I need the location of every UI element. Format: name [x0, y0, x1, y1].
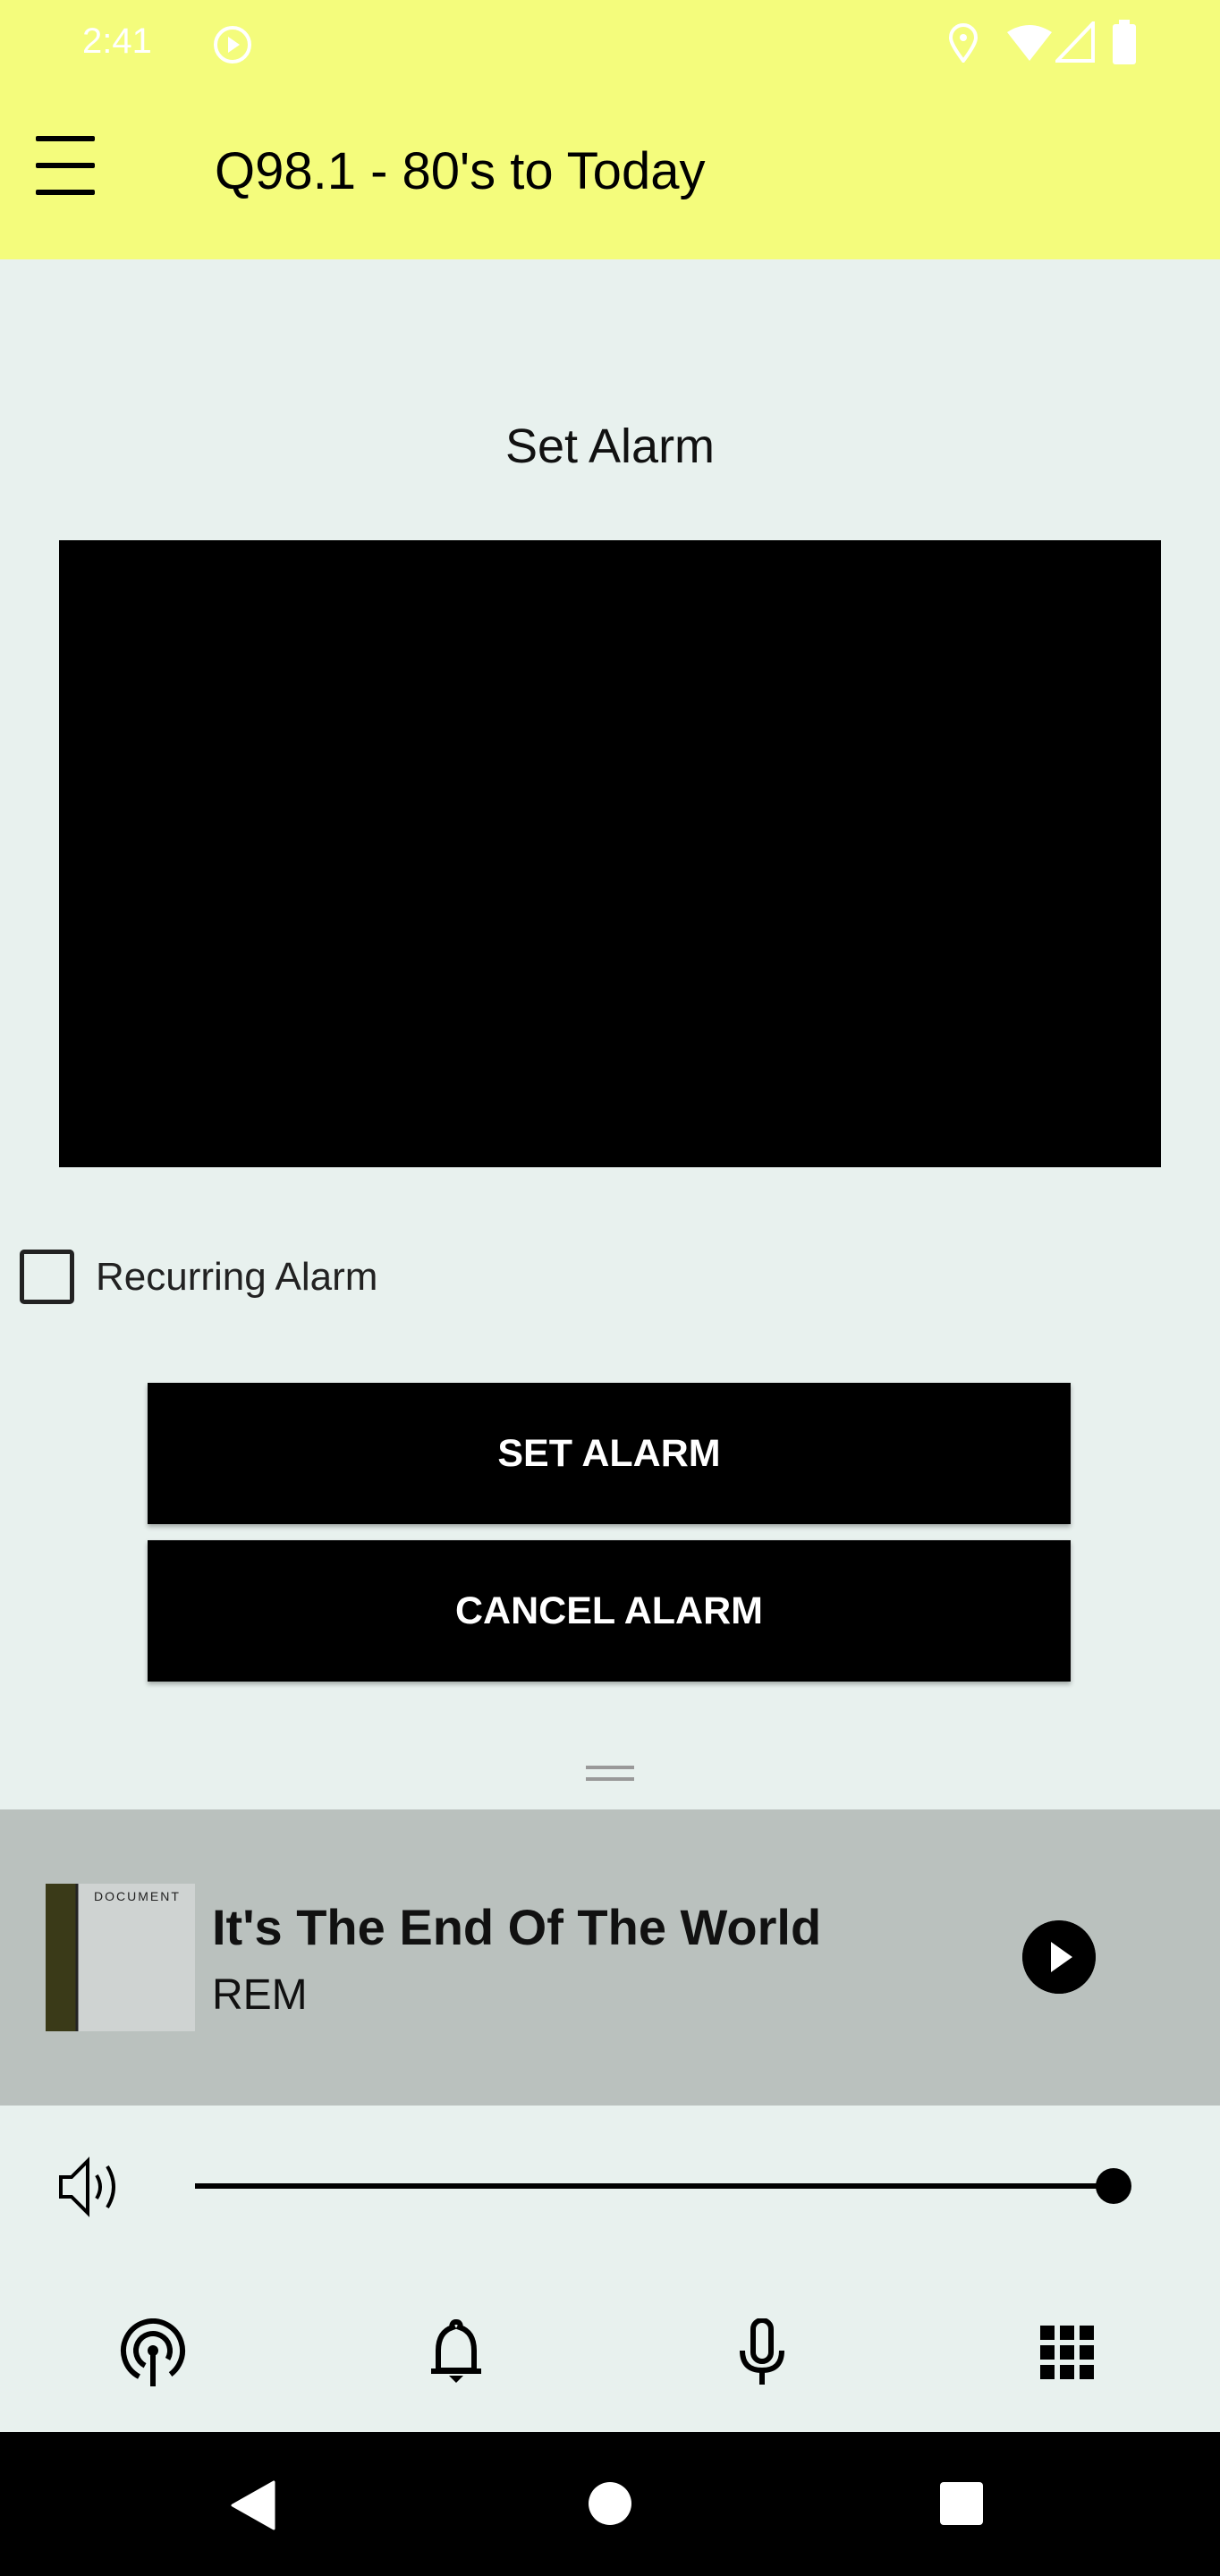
app-title: Q98.1 - 80's to Today [215, 142, 706, 200]
time-picker[interactable] [59, 540, 1161, 1167]
location-icon [948, 23, 979, 63]
recents-icon[interactable] [939, 2481, 984, 2526]
play-circle-icon [214, 26, 251, 64]
battery-icon [1113, 20, 1136, 64]
album-art: DOCUMENT [46, 1884, 195, 2031]
wifi-icon [1007, 25, 1052, 61]
home-icon[interactable] [588, 2481, 632, 2526]
album-art-text: DOCUMENT [94, 1889, 181, 1903]
artist-name: REM [212, 1971, 308, 2019]
volume-slider[interactable] [195, 2183, 1114, 2189]
cancel-alarm-button[interactable]: CANCEL ALARM [148, 1540, 1071, 1682]
volume-slider-thumb[interactable] [1096, 2168, 1131, 2204]
bell-icon[interactable] [422, 2318, 490, 2386]
signal-icon [1055, 21, 1095, 63]
status-time: 2:41 [82, 21, 152, 61]
set-alarm-button[interactable]: SET ALARM [148, 1383, 1071, 1524]
microphone-icon[interactable] [728, 2318, 796, 2386]
set-alarm-heading: Set Alarm [504, 419, 716, 473]
volume-icon[interactable] [57, 2154, 122, 2220]
app-bar: 2:41 Q98.1 - 80's to Today [0, 0, 1220, 259]
back-icon[interactable] [231, 2480, 275, 2530]
system-navigation-bar [0, 2432, 1220, 2576]
grid-icon[interactable] [1033, 2318, 1101, 2386]
hamburger-menu-icon[interactable] [36, 134, 97, 197]
podcast-icon[interactable] [119, 2318, 187, 2386]
play-icon[interactable] [1022, 1920, 1096, 1994]
recurring-alarm-label[interactable]: Recurring Alarm [96, 1255, 377, 1300]
drag-handle[interactable] [586, 1766, 634, 1781]
recurring-alarm-checkbox[interactable] [20, 1250, 74, 1304]
song-title: It's The End Of The World [212, 1899, 822, 1955]
